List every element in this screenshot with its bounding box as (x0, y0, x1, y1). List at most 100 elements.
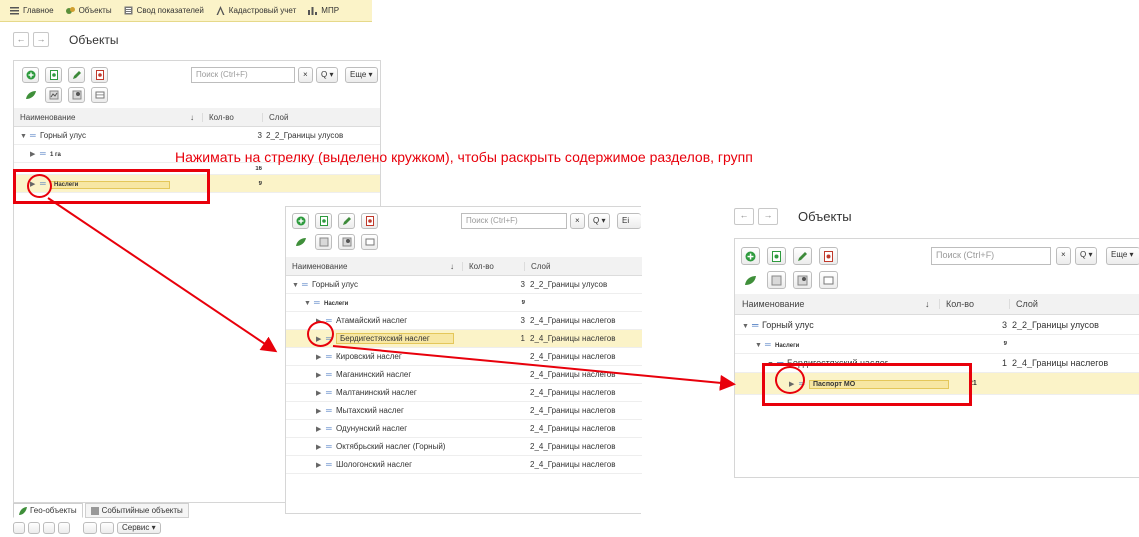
forward-button[interactable]: → (758, 208, 778, 225)
search-clear-button[interactable]: × (570, 213, 585, 229)
map-sheet-pin-icon[interactable] (793, 271, 812, 289)
tab-geo-objects[interactable]: Гео-объекты (13, 503, 83, 518)
menu-item-cadastre[interactable]: Кадастровый учет (216, 6, 296, 15)
table-view-icon[interactable] (819, 271, 838, 289)
col-header-name[interactable]: Наименование (14, 113, 190, 122)
menu-item-objects[interactable]: Объекты (65, 6, 112, 15)
copy-icon[interactable] (315, 213, 332, 229)
table-row[interactable]: ▶ ═ Малтанинский наслег 2_4_Границы наслег… (286, 384, 642, 402)
collapsed-arrow-icon[interactable]: ▶ (316, 353, 326, 361)
map-sheet-pin-icon[interactable] (68, 87, 85, 103)
col-header-count[interactable]: Кол-во (202, 112, 262, 122)
add-layer-icon[interactable] (100, 522, 114, 534)
collapsed-arrow-icon[interactable]: ▶ (316, 461, 326, 469)
search-input[interactable]: Поиск (Ctrl+F) (191, 67, 295, 83)
map-sheet-icon[interactable] (767, 271, 786, 289)
collapsed-arrow-icon[interactable]: ▶ (316, 425, 326, 433)
add-icon[interactable] (741, 247, 760, 265)
chart-icon (308, 6, 318, 15)
map-tool-icon[interactable] (13, 522, 25, 534)
user-tool-icon[interactable] (43, 522, 55, 534)
map-leaf-icon[interactable] (292, 234, 309, 250)
back-button[interactable]: ← (734, 208, 754, 225)
table-row[interactable]: ▼ ═ Горный улус 3 2_2_Границы улусов (735, 315, 1139, 335)
collapsed-arrow-icon[interactable]: ▶ (316, 371, 326, 379)
service-button[interactable]: Сервис ▾ (117, 522, 161, 534)
right-grid-header: Наименование ↓ Кол-во Слой (735, 294, 1139, 315)
expanded-arrow-icon[interactable]: ▼ (742, 323, 752, 330)
copy-icon[interactable] (45, 67, 62, 83)
search-clear-button[interactable]: × (298, 67, 313, 83)
objects-icon (65, 6, 75, 15)
group-icon: ═ (30, 131, 36, 140)
map-sheet-pin-icon[interactable] (338, 234, 355, 250)
expanded-arrow-icon[interactable]: ▼ (304, 300, 314, 307)
group-icon: ═ (326, 352, 332, 361)
delete-icon[interactable] (91, 67, 108, 83)
tab-event-objects[interactable]: Событийные объекты (84, 503, 189, 518)
geo-tool-icon[interactable] (28, 522, 40, 534)
expanded-arrow-icon[interactable]: ▼ (20, 133, 30, 140)
col-header-count[interactable]: Кол-во (462, 261, 524, 271)
table-row[interactable]: ▶ ═ Кировский наслег 2_4_Границы наслегов (286, 348, 642, 366)
left-toolbar-row1 (22, 67, 108, 83)
expanded-arrow-icon[interactable]: ▼ (755, 342, 765, 349)
back-button[interactable]: ← (13, 32, 29, 47)
table-row[interactable]: ▶ ═ Шологонский наслег 2_4_Границы наслего… (286, 456, 642, 474)
search-button[interactable]: Q ▾ (316, 67, 339, 83)
layer-tool-icon[interactable] (58, 522, 70, 534)
table-row[interactable]: ▼ ═ Наслеги 9 (735, 335, 1139, 354)
table-row[interactable]: ▶ ═ Одунунский наслег 2_4_Границы наслегов (286, 420, 642, 438)
col-header-name[interactable]: Наименование (286, 262, 450, 271)
table-row[interactable]: ▶ ═ Атамайский наслег 3 2_4_Границы наслег… (286, 312, 642, 330)
group-icon: ═ (314, 298, 320, 307)
collapsed-arrow-icon[interactable]: ▶ (30, 150, 40, 158)
menu-item-main[interactable]: Главное (10, 6, 54, 15)
table-view-icon[interactable] (91, 87, 108, 103)
add-icon[interactable] (292, 213, 309, 229)
search-button[interactable]: Q ▾ (588, 213, 611, 229)
more-button[interactable]: Еще ▾ (1106, 247, 1139, 265)
table-row[interactable]: ▶ ═ Октябрьский наслег (Горный) 2_4_Границ… (286, 438, 642, 456)
edit-icon[interactable] (793, 247, 812, 265)
search-input[interactable]: Поиск (Ctrl+F) (931, 247, 1051, 265)
menu-item-mpr[interactable]: МПР (308, 6, 339, 15)
table-row[interactable]: ▼ ═ Горный улус 3 2_2_Границы улусов (286, 276, 642, 294)
edit-icon[interactable] (68, 67, 85, 83)
table-row[interactable]: ▼ ═ Горный улус 3 2_2_Границы улусов (14, 127, 380, 145)
group-icon: ═ (326, 388, 332, 397)
table-row[interactable]: ▼ ═ Наслеги 9 (286, 294, 642, 312)
map-sheet-icon[interactable] (315, 234, 332, 250)
collapsed-arrow-icon[interactable]: ▶ (316, 407, 326, 415)
map-sheet-icon[interactable] (45, 87, 62, 103)
add-icon[interactable] (22, 67, 39, 83)
table-view-icon[interactable] (361, 234, 378, 250)
group-icon: ═ (326, 442, 332, 451)
search-button[interactable]: Q ▾ (1075, 247, 1098, 265)
map-leaf-icon[interactable] (741, 271, 760, 289)
forward-button[interactable]: → (33, 32, 49, 47)
table-row[interactable]: ▶ ═ Мытахский наслег 2_4_Границы наслегов (286, 402, 642, 420)
col-header-name[interactable]: Наименование (735, 299, 925, 309)
collapsed-arrow-icon[interactable]: ▶ (316, 443, 326, 451)
copy-icon[interactable] (767, 247, 786, 265)
delete-icon[interactable] (819, 247, 838, 265)
more-button[interactable]: Еі (617, 213, 641, 229)
col-header-layer[interactable]: Слой (1009, 299, 1129, 309)
search-input[interactable]: Поиск (Ctrl+F) (461, 213, 567, 229)
expanded-arrow-icon[interactable]: ▼ (292, 282, 302, 289)
more-button[interactable]: Еще ▾ (345, 67, 378, 83)
table-row[interactable]: ▶ ═ Маганинский наслег 2_4_Границы наслего… (286, 366, 642, 384)
group-icon: ═ (326, 424, 332, 433)
edit-icon[interactable] (338, 213, 355, 229)
table-row-selected[interactable]: ▶ ═ Бердигестяхский наслег 1 2_4_Границы н… (286, 330, 642, 348)
map-leaf-icon[interactable] (22, 87, 39, 103)
col-header-layer[interactable]: Слой (262, 112, 372, 122)
col-header-count[interactable]: Кол-во (939, 299, 1009, 309)
collapsed-arrow-icon[interactable]: ▶ (316, 389, 326, 397)
delete-icon[interactable] (361, 213, 378, 229)
zoom-icon[interactable] (83, 522, 97, 534)
search-clear-button[interactable]: × (1056, 247, 1071, 265)
col-header-layer[interactable]: Слой (524, 261, 634, 271)
menu-item-indicators[interactable]: Свод показателей (124, 6, 204, 15)
